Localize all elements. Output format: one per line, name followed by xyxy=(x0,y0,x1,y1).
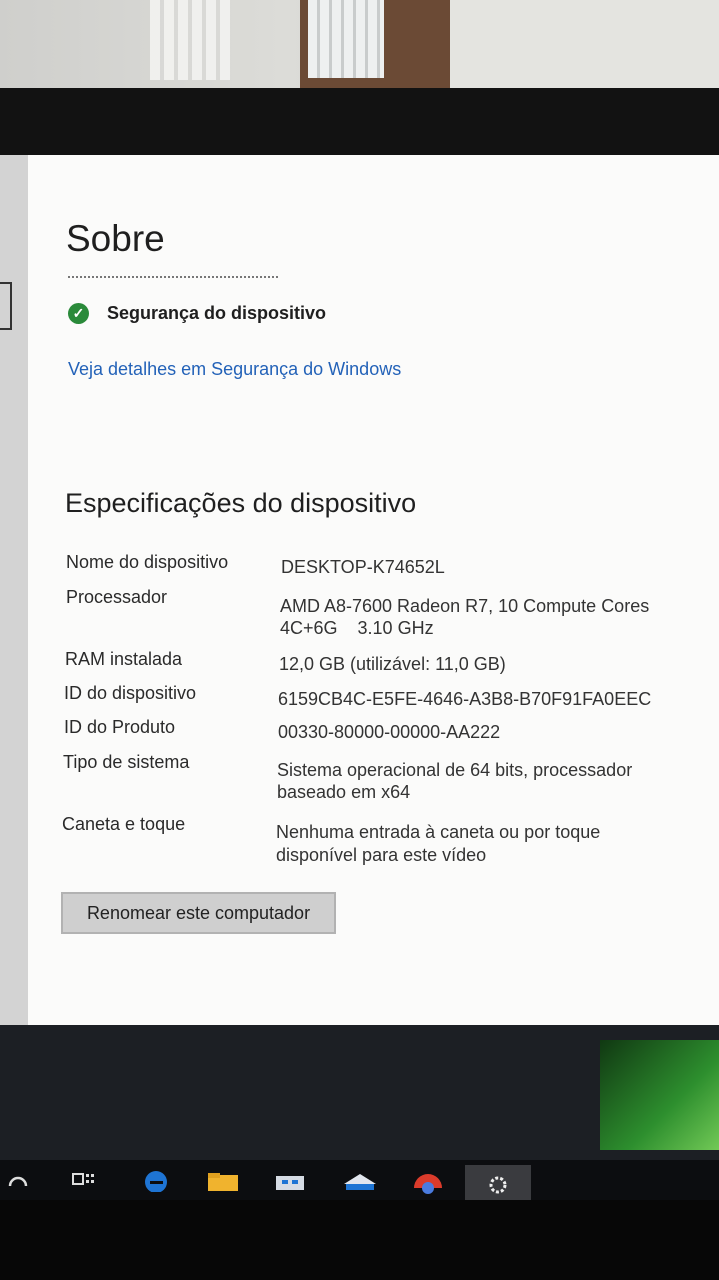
windows-security-link[interactable]: Veja detalhes em Segurança do Windows xyxy=(68,359,401,380)
spec-value-line2: disponível para este vídeo xyxy=(276,845,487,865)
window-frame xyxy=(300,0,450,95)
spec-value: 12,0 GB (utilizável: 11,0 GB) xyxy=(279,654,506,674)
spec-value: DESKTOP-K74652L xyxy=(281,557,445,577)
store-icon[interactable] xyxy=(272,1170,308,1192)
spec-label: ID do Produto xyxy=(64,717,176,737)
device-security-status: ✓ Segurança do dispositivo xyxy=(68,303,326,324)
spec-value: 00330-80000-00000-AA222 xyxy=(278,722,501,742)
spec-label: Nome do dispositivo xyxy=(66,552,229,572)
device-specs-heading: Especificações do dispositivo xyxy=(65,488,417,518)
settings-icon xyxy=(489,1176,507,1194)
check-circle-icon: ✓ xyxy=(68,303,89,324)
spec-value: AMD A8-7600 Radeon R7, 10 Compute Cores xyxy=(280,596,650,616)
scrolled-text-fragment xyxy=(68,268,278,278)
spec-value: 6159CB4C-E5FE-4646-A3B8-B70F91FA0EEC xyxy=(278,689,652,709)
search-icon[interactable] xyxy=(6,1168,30,1190)
spec-value: Nenhuma entrada à caneta ou por toque xyxy=(276,822,601,842)
settings-taskbar-item[interactable] xyxy=(465,1165,531,1200)
spec-label: Processador xyxy=(66,587,168,607)
nav-search-box-edge[interactable] xyxy=(0,282,12,330)
spec-value-line2: 4C+6G 3.10 GHz xyxy=(280,618,434,638)
background-room xyxy=(0,0,719,100)
edge-icon[interactable] xyxy=(141,1168,171,1192)
file-explorer-icon[interactable] xyxy=(206,1170,240,1192)
page-title: Sobre xyxy=(66,218,165,259)
monitor-bottom-bezel xyxy=(0,1200,719,1280)
rename-pc-button[interactable]: Renomear este computador xyxy=(61,892,336,934)
window-blinds xyxy=(150,0,230,80)
spec-label: Caneta e toque xyxy=(62,814,186,834)
chrome-icon[interactable] xyxy=(410,1168,446,1194)
nav-pane-edge xyxy=(0,155,28,1025)
spec-label: Tipo de sistema xyxy=(63,752,190,772)
spec-label: RAM instalada xyxy=(65,649,183,669)
spec-value-line2: baseado em x64 xyxy=(277,782,411,802)
mail-icon[interactable] xyxy=(340,1170,380,1192)
spec-value: Sistema operacional de 64 bits, processa… xyxy=(277,760,633,780)
wall xyxy=(450,0,719,100)
task-view-icon[interactable] xyxy=(70,1170,98,1190)
wallpaper-leaf xyxy=(600,1040,719,1150)
device-security-label: Segurança do dispositivo xyxy=(107,303,327,323)
window-glass xyxy=(308,0,384,78)
spec-label: ID do dispositivo xyxy=(64,683,197,703)
